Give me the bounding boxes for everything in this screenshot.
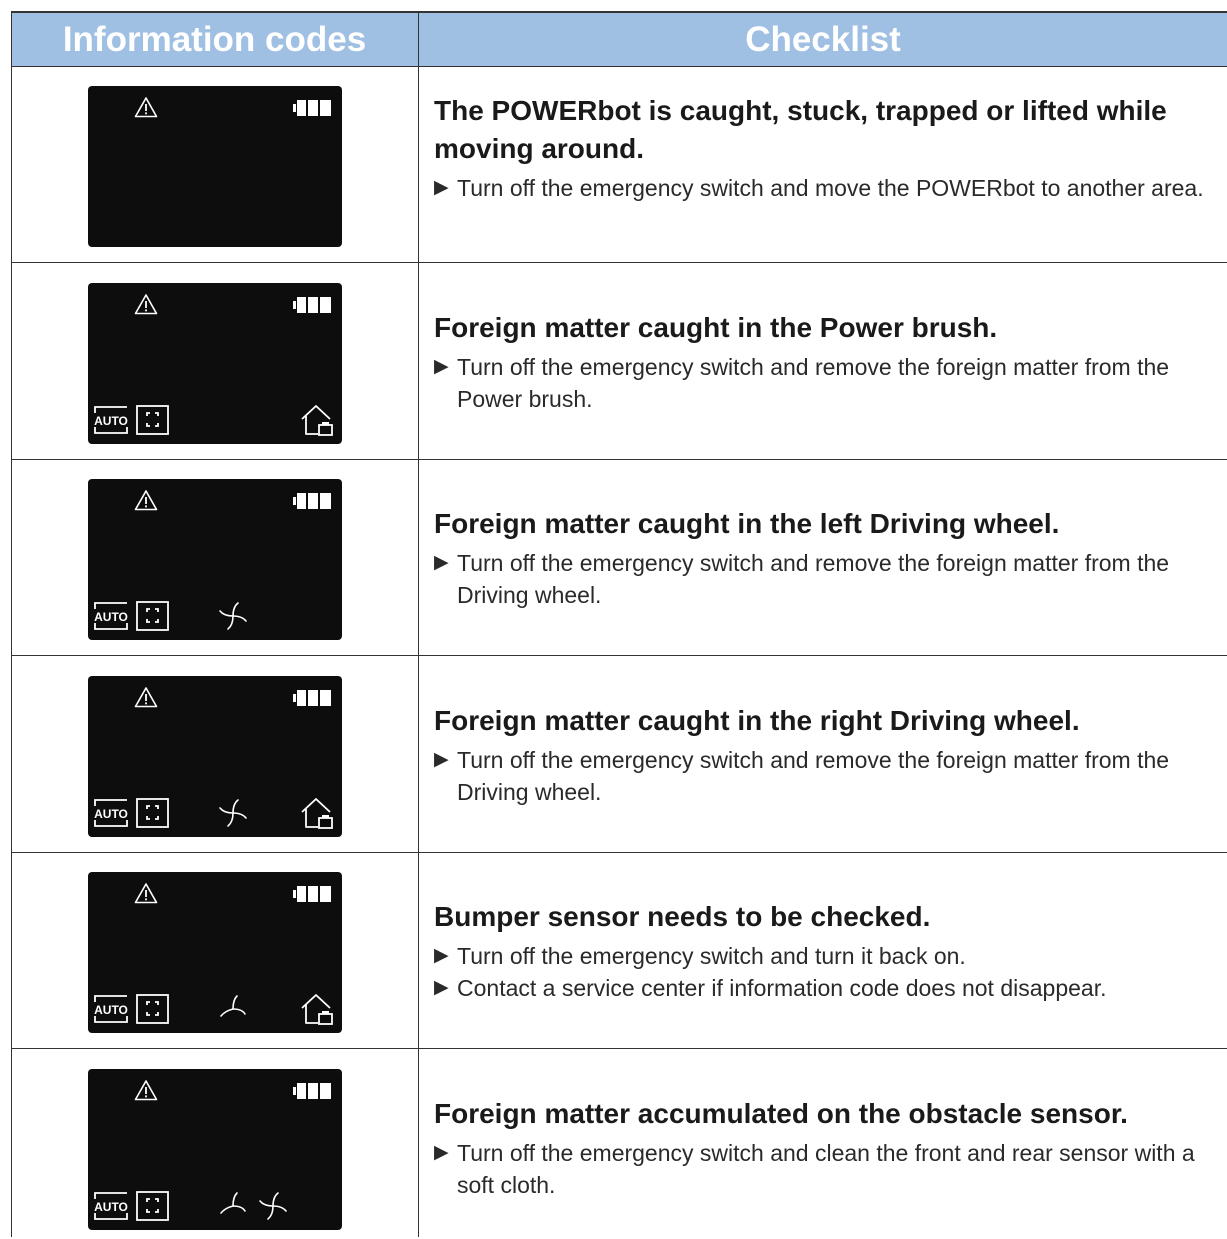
table-row: AUTO Foreign matter caught in the Power b… xyxy=(11,263,1227,460)
checklist-cell: Bumper sensor needs to be checked. ▶ Turn … xyxy=(434,898,1221,1004)
instruction-text: Contact a service center if information … xyxy=(457,975,1107,1001)
auto-mode-icon: AUTO xyxy=(94,602,128,630)
battery-icon xyxy=(293,493,331,509)
svg-text:AUTO: AUTO xyxy=(94,1200,128,1214)
warning-icon xyxy=(134,687,158,708)
auto-mode-icon: AUTO xyxy=(94,406,128,434)
auto-mode-icon: AUTO xyxy=(94,995,128,1023)
battery-icon xyxy=(293,1083,331,1099)
battery-icon xyxy=(293,886,331,902)
checklist-title: The POWERbot is caught, stuck, trapped o… xyxy=(434,95,1167,164)
svg-text:AUTO: AUTO xyxy=(94,610,128,624)
spot-mode-icon xyxy=(136,798,169,828)
table-row: AUTO Bumper sensor needs to be checked. ▶ T… xyxy=(11,852,1227,1049)
information-code-display: AUTO xyxy=(88,283,342,444)
checklist-instruction: ▶ Turn off the emergency switch and remov… xyxy=(434,744,1221,808)
information-codes-table: Information codes Checklist The POWERbot… xyxy=(11,11,1227,1237)
warning-icon xyxy=(134,1080,158,1101)
bullet-arrow-icon: ▶ xyxy=(434,552,449,573)
half-fan-icon xyxy=(220,995,246,1017)
checklist-title: Foreign matter caught in the Power brush… xyxy=(434,312,998,343)
auto-mode-icon: AUTO xyxy=(94,799,128,827)
half-fan-icon xyxy=(220,1192,246,1214)
warning-icon xyxy=(134,294,158,315)
information-code-display: AUTO xyxy=(88,1069,342,1230)
checklist-cell: The POWERbot is caught, stuck, trapped o… xyxy=(434,92,1221,204)
information-code-display: AUTO xyxy=(88,479,342,640)
battery-icon xyxy=(293,100,331,116)
checklist-title: Foreign matter caught in the right Drivi… xyxy=(434,705,1080,736)
bullet-arrow-icon: ▶ xyxy=(434,177,449,198)
table-row: AUTO Foreign matter accumulated on the ob… xyxy=(11,1049,1227,1239)
table-row: AUTO Foreign matter caught in the right D… xyxy=(11,656,1227,853)
fan-icon xyxy=(219,799,247,827)
checklist-cell: Foreign matter accumulated on the obstac… xyxy=(434,1095,1221,1201)
header-information-codes: Information codes xyxy=(62,19,367,59)
bullet-arrow-icon: ▶ xyxy=(434,945,449,966)
checklist-title: Bumper sensor needs to be checked. xyxy=(434,901,931,932)
checklist-cell: Foreign matter caught in the left Drivin… xyxy=(434,505,1221,611)
spot-mode-icon xyxy=(136,994,169,1024)
home-icon xyxy=(301,405,333,436)
checklist-title: Foreign matter accumulated on the obstac… xyxy=(434,1098,1128,1129)
table-row: The POWERbot is caught, stuck, trapped o… xyxy=(11,66,1227,263)
checklist-instruction: ▶ Turn off the emergency switch and remov… xyxy=(434,351,1221,415)
checklist-cell: Foreign matter caught in the right Drivi… xyxy=(434,702,1221,808)
auto-mode-icon: AUTO xyxy=(94,1192,128,1220)
svg-text:AUTO: AUTO xyxy=(94,1003,128,1017)
instruction-text: Turn off the emergency switch and remove… xyxy=(457,747,1170,805)
instruction-text: Turn off the emergency switch and clean … xyxy=(457,1140,1195,1198)
bullet-arrow-icon: ▶ xyxy=(434,1142,449,1163)
information-code-display: AUTO xyxy=(88,676,342,837)
warning-icon xyxy=(134,883,158,904)
warning-icon xyxy=(134,97,158,118)
checklist-title: Foreign matter caught in the left Drivin… xyxy=(434,508,1060,539)
battery-icon xyxy=(293,297,331,313)
bullet-arrow-icon: ▶ xyxy=(434,356,449,377)
fan-icon xyxy=(219,602,247,630)
checklist-instruction: ▶ Turn off the emergency switch and clean… xyxy=(434,1137,1221,1201)
checklist-instruction: ▶ Turn off the emergency switch and turn … xyxy=(434,940,1221,972)
table-row: AUTO Foreign matter caught in the left Dr… xyxy=(11,459,1227,656)
home-icon xyxy=(301,994,333,1025)
spot-mode-icon xyxy=(136,405,169,435)
table-left-border xyxy=(11,13,12,1237)
instruction-text: Turn off the emergency switch and remove… xyxy=(457,354,1170,412)
instruction-text: Turn off the emergency switch and remove… xyxy=(457,550,1170,608)
checklist-cell: Foreign matter caught in the Power brush… xyxy=(434,309,1221,415)
battery-icon xyxy=(293,690,331,706)
svg-text:AUTO: AUTO xyxy=(94,807,128,821)
fan-icon xyxy=(259,1192,287,1220)
checklist-instruction: ▶ Turn off the emergency switch and move … xyxy=(434,172,1221,204)
header-checklist: Checklist xyxy=(745,19,901,59)
svg-text:AUTO: AUTO xyxy=(94,414,128,428)
checklist-instruction: ▶ Turn off the emergency switch and remov… xyxy=(434,547,1221,611)
table-header: Information codes Checklist xyxy=(11,13,1227,67)
column-divider xyxy=(418,13,419,1237)
spot-mode-icon xyxy=(136,1191,169,1221)
warning-icon xyxy=(134,490,158,511)
spot-mode-icon xyxy=(136,601,169,631)
instruction-text: Turn off the emergency switch and turn i… xyxy=(457,943,966,969)
bullet-arrow-icon: ▶ xyxy=(434,977,449,998)
information-code-display: AUTO xyxy=(88,872,342,1033)
checklist-instruction: ▶ Contact a service center if information… xyxy=(434,972,1221,1004)
home-icon xyxy=(301,798,333,829)
bullet-arrow-icon: ▶ xyxy=(434,749,449,770)
instruction-text: Turn off the emergency switch and move t… xyxy=(457,175,1204,201)
information-code-display xyxy=(88,86,342,247)
